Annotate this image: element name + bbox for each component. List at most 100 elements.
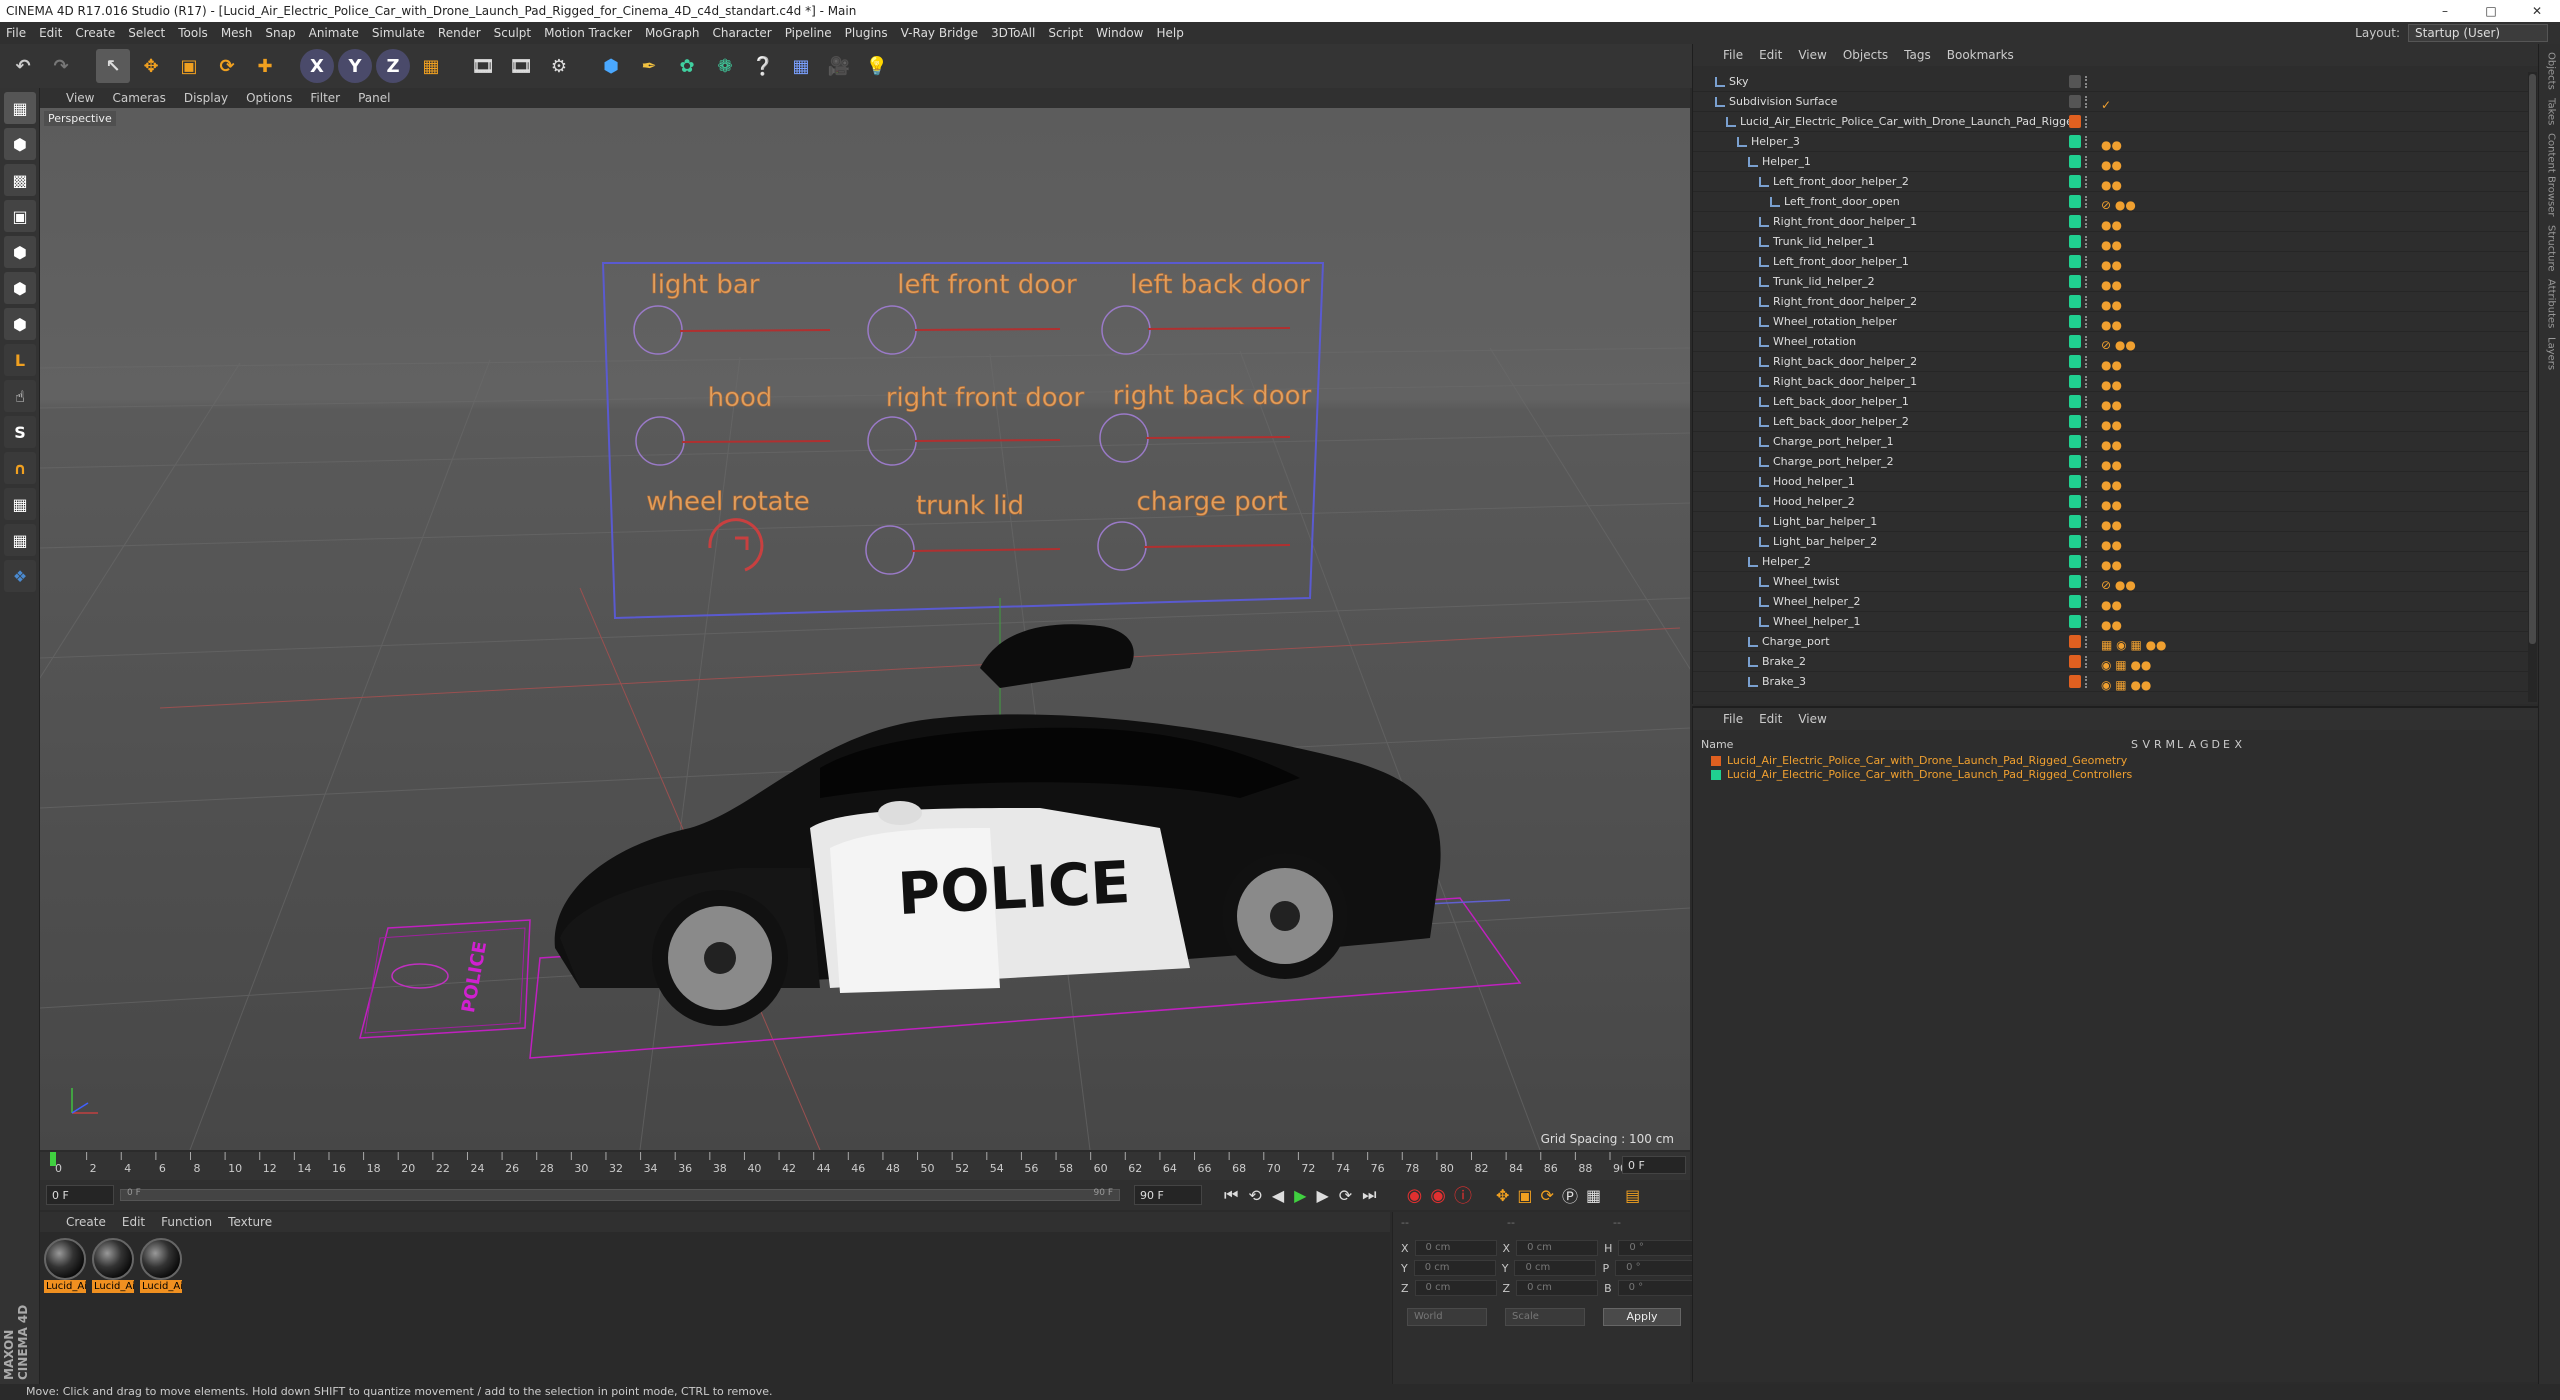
rotate-tool-icon[interactable]: ⟳: [210, 49, 244, 83]
object-name[interactable]: Subdivision Surface: [1729, 92, 1837, 112]
viewport-menu-view[interactable]: View: [66, 91, 94, 105]
size-z-field[interactable]: 0 cm: [1516, 1280, 1599, 1296]
object-name[interactable]: Sky: [1729, 72, 1748, 92]
object-row[interactable]: Hood_helper_1 ●●: [1693, 472, 2528, 492]
layer-color-tag[interactable]: [2069, 255, 2081, 268]
layer-color-swatch[interactable]: [1711, 770, 1721, 780]
menu-3dtoall[interactable]: 3DToAll: [991, 26, 1035, 40]
layer-color-tag[interactable]: [2069, 435, 2081, 448]
visibility-toggle[interactable]: [2085, 196, 2088, 208]
object-row[interactable]: Left_back_door_helper_1 ●●: [1693, 392, 2528, 412]
transform-tool-icon[interactable]: ✚: [248, 49, 282, 83]
object-row[interactable]: Lucid_Air_Electric_Police_Car_with_Drone…: [1693, 112, 2528, 132]
scrollbar-thumb[interactable]: [2529, 74, 2536, 644]
menu-character[interactable]: Character: [712, 26, 771, 40]
visibility-toggle[interactable]: [2085, 296, 2088, 308]
coordinate-system-icon[interactable]: ▦: [414, 49, 448, 83]
material-menu-function[interactable]: Function: [161, 1215, 212, 1229]
prev-frame-icon[interactable]: ◀: [1272, 1186, 1284, 1205]
cube-primitive-icon[interactable]: ⬢: [594, 49, 628, 83]
visibility-toggle[interactable]: [2085, 616, 2088, 628]
layer-row-geometry[interactable]: Lucid_Air_Electric_Police_Car_with_Drone…: [1701, 754, 2531, 768]
render-view-icon[interactable]: 🎞: [466, 49, 500, 83]
position-x-field[interactable]: 0 cm: [1414, 1240, 1497, 1256]
object-menu-view[interactable]: View: [1798, 48, 1826, 62]
go-to-end-icon[interactable]: ⏭: [1362, 1185, 1376, 1205]
world-dropdown[interactable]: World: [1407, 1308, 1487, 1326]
object-name[interactable]: Wheel_twist: [1773, 572, 1839, 592]
layer-color-tag[interactable]: [2069, 355, 2081, 368]
object-name[interactable]: Light_bar_helper_1: [1773, 512, 1877, 532]
layer-color-tag[interactable]: [2069, 595, 2081, 608]
visibility-toggle[interactable]: [2085, 676, 2088, 688]
camera-label[interactable]: Perspective: [44, 111, 116, 126]
layer-color-tag[interactable]: [2069, 555, 2081, 568]
object-name[interactable]: Left_front_door_helper_2: [1773, 172, 1909, 192]
object-row[interactable]: Hood_helper_2 ●●: [1693, 492, 2528, 512]
object-row[interactable]: Wheel_rotation_helper ●●: [1693, 312, 2528, 332]
object-menu-bookmarks[interactable]: Bookmarks: [1947, 48, 2014, 62]
autokey-icon[interactable]: ◉: [1430, 1185, 1446, 1206]
layer-color-tag[interactable]: [2069, 215, 2081, 228]
menu-tools[interactable]: Tools: [178, 26, 208, 40]
object-row[interactable]: Light_bar_helper_2 ●●: [1693, 532, 2528, 552]
workplane-icon[interactable]: ▣: [4, 200, 36, 232]
layer-color-tag[interactable]: [2069, 535, 2081, 548]
visibility-toggle[interactable]: [2085, 376, 2088, 388]
menu-create[interactable]: Create: [75, 26, 115, 40]
layer-color-tag[interactable]: [2069, 675, 2081, 688]
layer-color-tag[interactable]: [2069, 175, 2081, 188]
key-scale-icon[interactable]: ▣: [1517, 1186, 1532, 1205]
visibility-toggle[interactable]: [2085, 256, 2088, 268]
live-selection-icon[interactable]: ↖: [96, 49, 130, 83]
layer-menu-view[interactable]: View: [1798, 712, 1826, 726]
layer-name[interactable]: Lucid_Air_Electric_Police_Car_with_Drone…: [1727, 754, 2127, 767]
size-y-field[interactable]: 0 cm: [1514, 1260, 1597, 1276]
menu-v-ray-bridge[interactable]: V-Ray Bridge: [901, 26, 978, 40]
side-tab-layers[interactable]: Layers: [2543, 337, 2557, 370]
texture-mode-icon[interactable]: ▩: [4, 164, 36, 196]
object-name[interactable]: Left_back_door_helper_1: [1773, 392, 1909, 412]
object-row[interactable]: Wheel_rotation ⊘ ●●: [1693, 332, 2528, 352]
object-name[interactable]: Hood_helper_1: [1773, 472, 1855, 492]
scale-dropdown[interactable]: Scale: [1505, 1308, 1585, 1326]
close-button[interactable]: ✕: [2514, 0, 2560, 22]
layer-color-tag[interactable]: [2069, 155, 2081, 168]
visibility-toggle[interactable]: [2085, 216, 2088, 228]
object-name[interactable]: Right_back_door_helper_2: [1773, 352, 1917, 372]
viewport-menu-panel[interactable]: Panel: [358, 91, 390, 105]
go-to-start-icon[interactable]: ⏮: [1224, 1185, 1238, 1205]
menu-select[interactable]: Select: [128, 26, 165, 40]
side-tab-objects[interactable]: Objects: [2543, 52, 2557, 90]
layer-column-m[interactable]: M: [2166, 738, 2176, 751]
layer-color-tag[interactable]: [2069, 95, 2081, 108]
layer-menu-file[interactable]: File: [1723, 712, 1743, 726]
render-settings-icon[interactable]: ⚙: [542, 49, 576, 83]
object-row[interactable]: Left_back_door_helper_2 ●●: [1693, 412, 2528, 432]
magnet-icon[interactable]: ∩: [4, 452, 36, 484]
menu-script[interactable]: Script: [1048, 26, 1083, 40]
menu-window[interactable]: Window: [1096, 26, 1143, 40]
visibility-toggle[interactable]: [2085, 336, 2088, 348]
start-frame-field[interactable]: 0 F: [46, 1185, 114, 1205]
size-x-field[interactable]: 0 cm: [1516, 1240, 1599, 1256]
undo-icon[interactable]: ↶: [6, 49, 40, 83]
viewport-menu-display[interactable]: Display: [184, 91, 228, 105]
layer-color-tag[interactable]: [2069, 475, 2081, 488]
minimize-button[interactable]: –: [2422, 0, 2468, 22]
layer-color-tag[interactable]: [2069, 115, 2081, 128]
render-picture-viewer-icon[interactable]: 🎞: [504, 49, 538, 83]
visibility-toggle[interactable]: [2085, 76, 2088, 88]
key-rotation-icon[interactable]: ⟳: [1541, 1186, 1554, 1205]
timeline-ruler[interactable]: 0 2 4 6 8 10 12 14 16 18 20 22 24 26 28 30 32 34 36 38 40 42 4…: [40, 1152, 1690, 1180]
side-tab-structure[interactable]: Structure: [2543, 225, 2557, 272]
object-name[interactable]: Helper_2: [1762, 552, 1811, 572]
object-name[interactable]: Charge_port_helper_2: [1773, 452, 1894, 472]
object-row[interactable]: Right_back_door_helper_1 ●●: [1693, 372, 2528, 392]
object-name[interactable]: Light_bar_helper_2: [1773, 532, 1877, 552]
object-row[interactable]: Helper_1 ●●: [1693, 152, 2528, 172]
layer-column-a[interactable]: A: [2189, 738, 2197, 751]
model-mode-icon[interactable]: ⬢: [4, 128, 36, 160]
material-swatch[interactable]: Lucid_Ai: [44, 1238, 86, 1296]
object-row[interactable]: Right_back_door_helper_2 ●●: [1693, 352, 2528, 372]
